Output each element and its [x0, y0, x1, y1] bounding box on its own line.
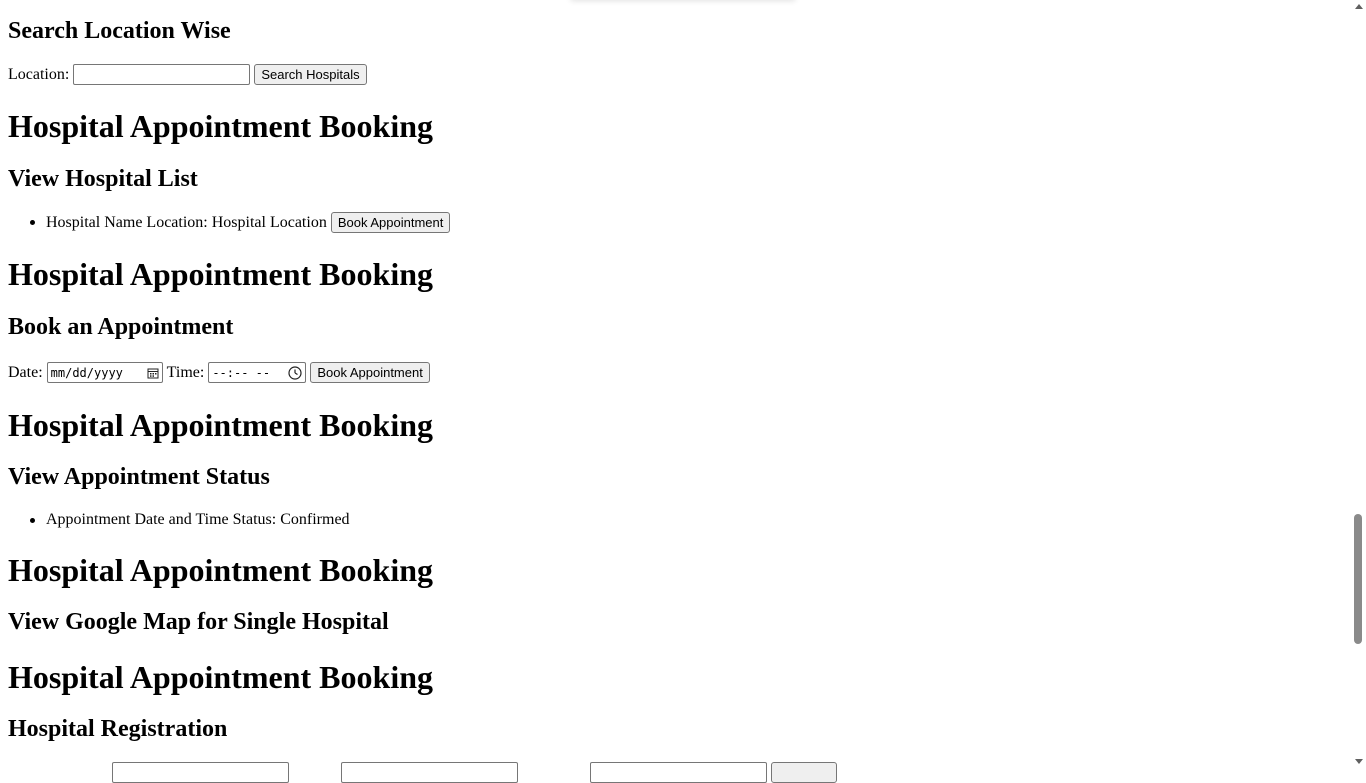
- date-input[interactable]: mm/dd/yyyy: [46, 362, 163, 383]
- book-heading: Book an Appointment: [8, 314, 234, 340]
- status-heading: View Appointment Status: [8, 464, 270, 490]
- scroll-thumb[interactable]: [1354, 514, 1362, 644]
- email-input[interactable]: [341, 762, 518, 783]
- date-placeholder: mm/dd/yyyy: [50, 365, 123, 380]
- book-form: Date: mm/dd/yyyy Time: --:-- -- Book App…: [8, 362, 430, 383]
- scroll-down-icon[interactable]: [1355, 759, 1363, 764]
- time-input[interactable]: --:-- --: [208, 362, 307, 383]
- book-appointment-button[interactable]: Book Appointment: [310, 362, 430, 383]
- search-hospitals-button[interactable]: Search Hospitals: [254, 64, 367, 85]
- page-title: Hospital Appointment Booking: [8, 407, 433, 443]
- hospital-list-heading: View Hospital List: [8, 166, 198, 192]
- time-label: Time:: [166, 363, 205, 381]
- calendar-icon[interactable]: [147, 367, 159, 379]
- list-item: Appointment Date and Time Status: Confir…: [30, 511, 350, 529]
- page-title: Hospital Appointment Booking: [8, 552, 433, 588]
- location-label: Location:: [8, 65, 70, 83]
- clock-icon[interactable]: [288, 365, 302, 380]
- status-item-text: Appointment Date and Time Status: Confir…: [46, 511, 350, 528]
- vertical-scrollbar[interactable]: [1351, 0, 1366, 768]
- map-heading: View Google Map for Single Hospital: [8, 609, 389, 635]
- password-input[interactable]: [590, 762, 767, 783]
- location-input[interactable]: [73, 64, 251, 85]
- registration-form: [8, 762, 837, 783]
- search-heading: Search Location Wise: [8, 18, 231, 44]
- time-placeholder: --:-- --: [212, 365, 271, 380]
- scroll-up-icon[interactable]: [1355, 4, 1363, 9]
- book-appointment-list-button[interactable]: Book Appointment: [330, 212, 451, 233]
- page-title: Hospital Appointment Booking: [8, 659, 433, 695]
- date-label: Date:: [8, 363, 43, 381]
- search-form: Location: Search Hospitals: [8, 64, 367, 85]
- page-title: Hospital Appointment Booking: [8, 108, 433, 144]
- hospital-item-text: Hospital Name Location: Hospital Locatio…: [46, 213, 327, 231]
- registration-heading: Hospital Registration: [8, 716, 228, 742]
- bullet-icon: [30, 517, 35, 523]
- register-button[interactable]: [771, 762, 837, 783]
- hospital-name-input[interactable]: [112, 762, 289, 783]
- bullet-icon: [30, 220, 35, 225]
- list-item: Hospital Name Location: Hospital Locatio…: [30, 212, 451, 233]
- page-title: Hospital Appointment Booking: [8, 256, 433, 292]
